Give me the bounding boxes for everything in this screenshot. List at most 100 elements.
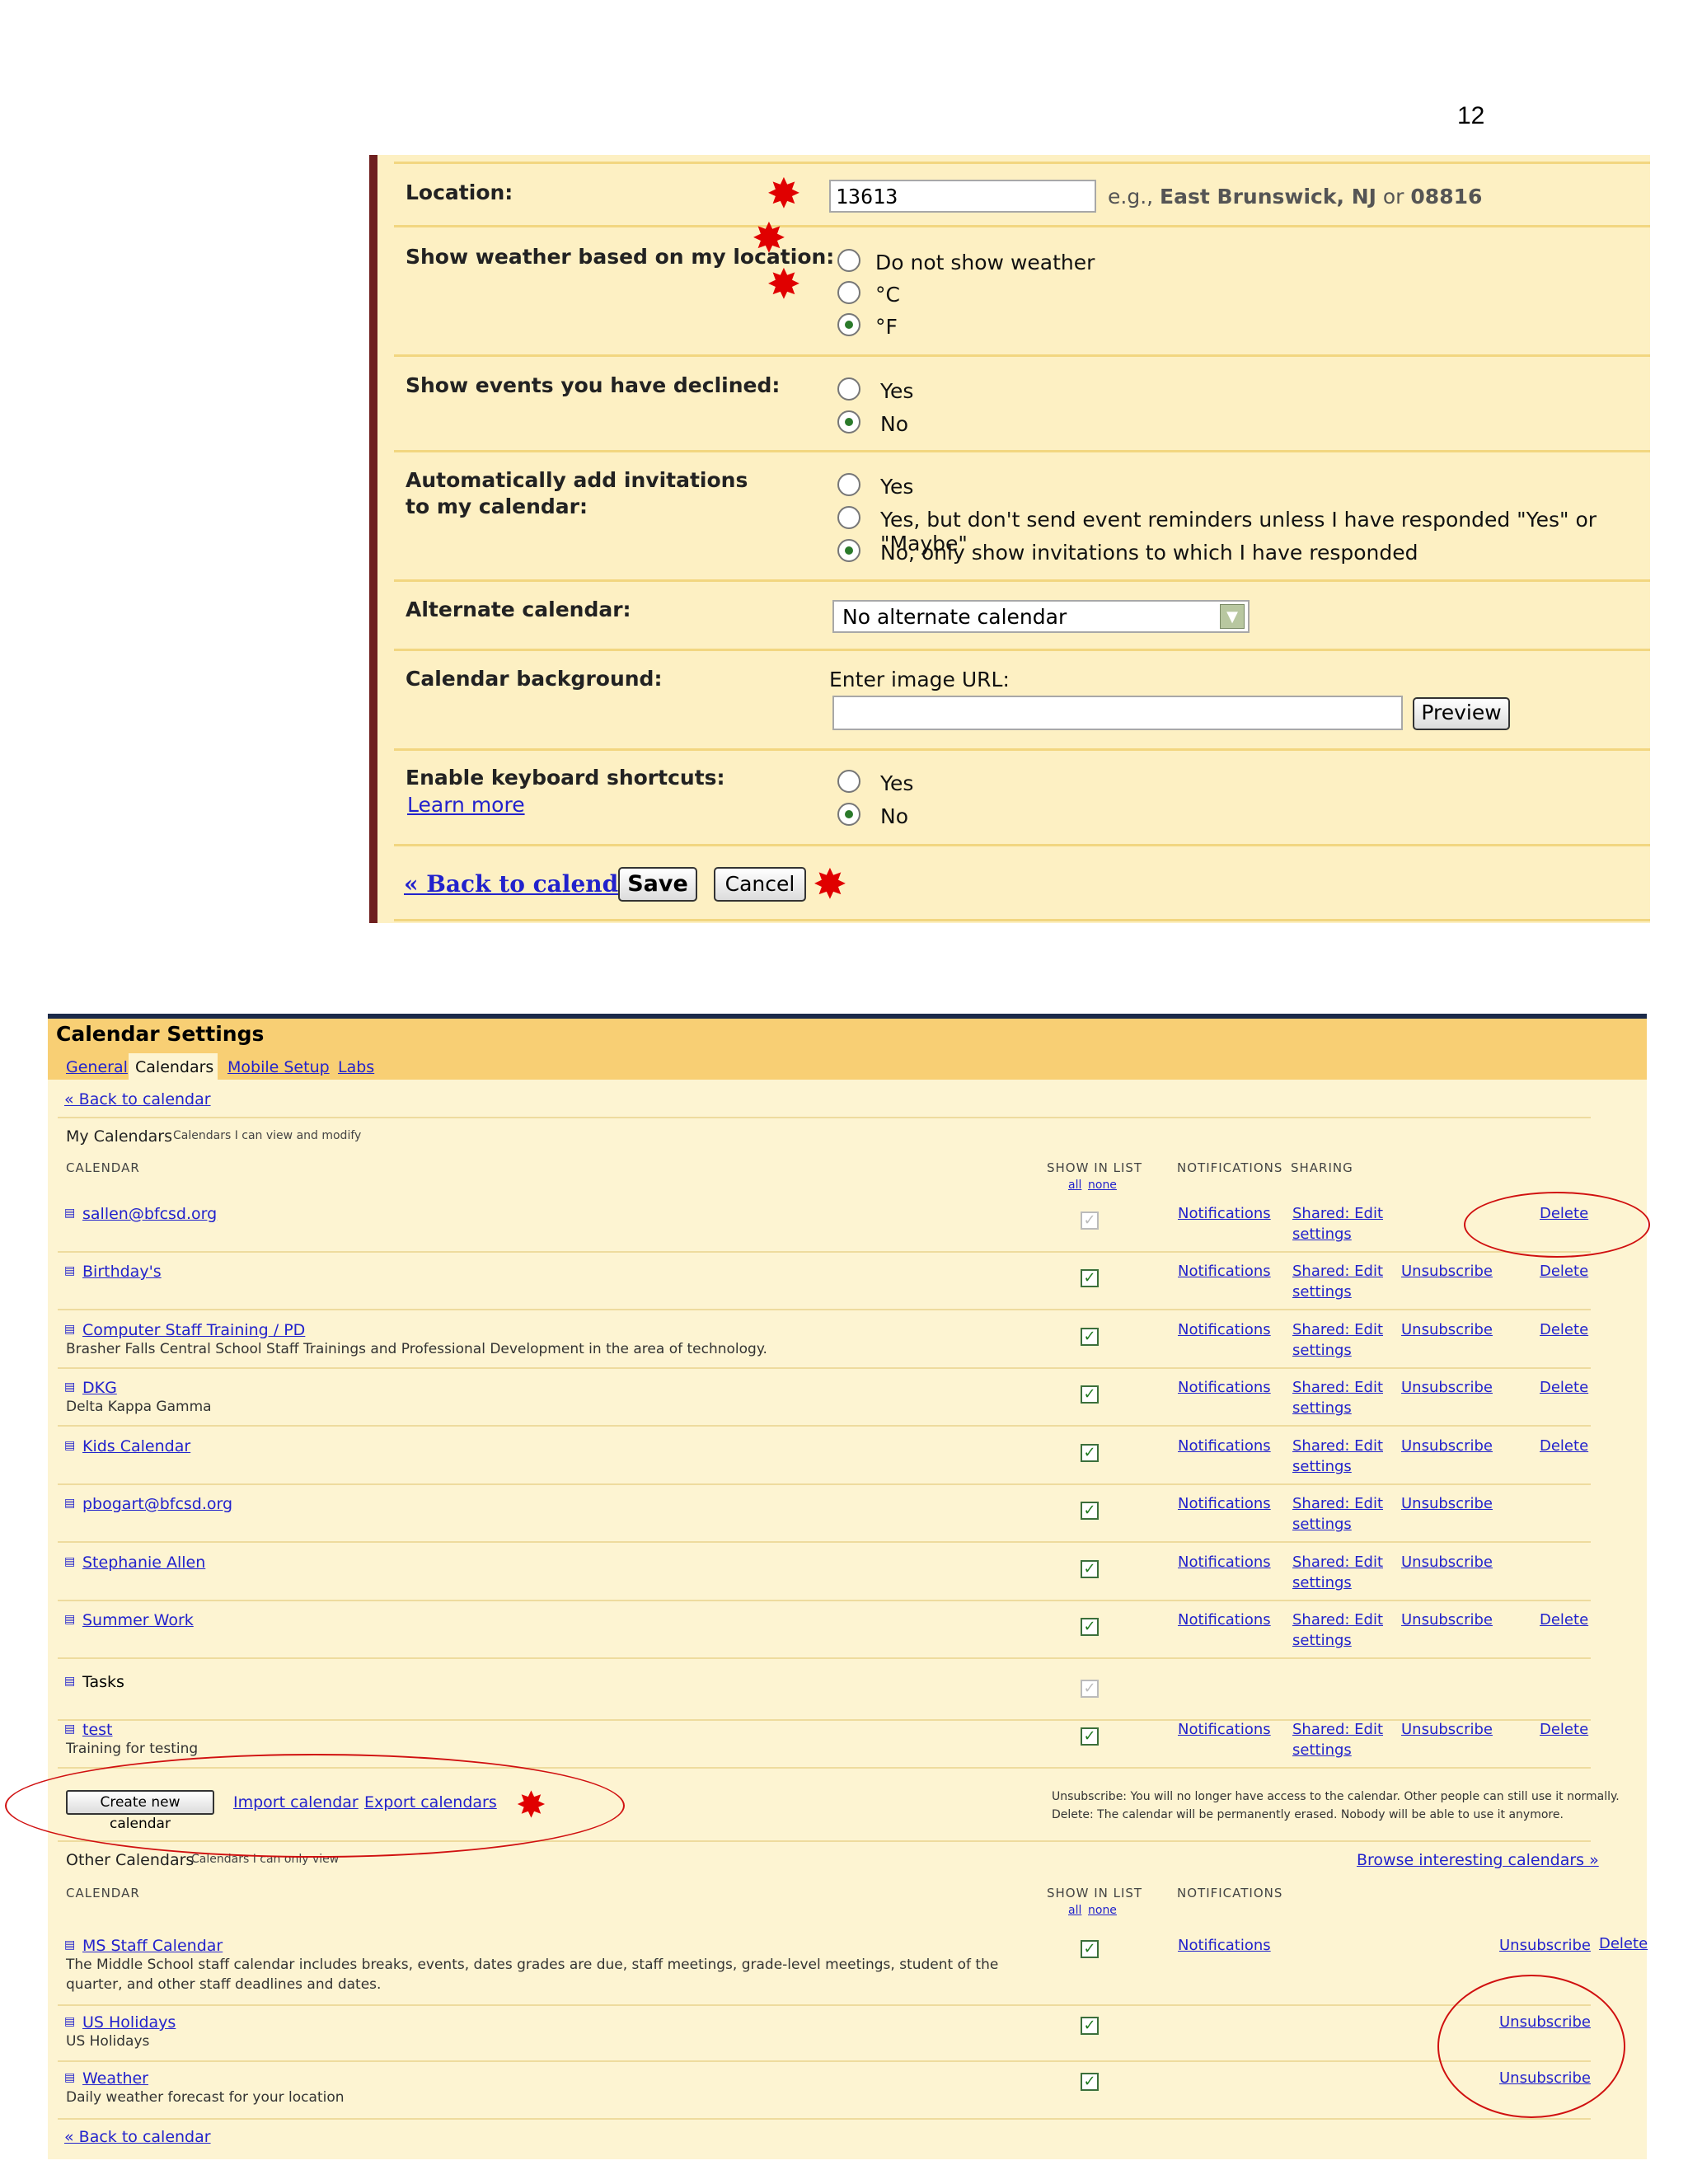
sharing-settings-link[interactable]: settings <box>1292 1226 1352 1243</box>
browse-calendars-link[interactable]: Browse interesting calendars » <box>1357 1851 1599 1869</box>
cancel-button[interactable]: Cancel <box>714 867 806 902</box>
sharing-edit-link[interactable]: Shared: Edit <box>1292 1611 1383 1629</box>
weather-radio-none[interactable] <box>837 249 860 272</box>
unsubscribe-link[interactable]: Unsubscribe <box>1499 1937 1591 1954</box>
notifications-link[interactable]: Notifications <box>1178 1321 1271 1338</box>
shortcuts-radio-no[interactable] <box>837 803 860 826</box>
row-divider <box>58 1367 1591 1369</box>
learn-more-link[interactable]: Learn more <box>407 793 525 817</box>
unsubscribe-link[interactable]: Unsubscribe <box>1401 1495 1493 1512</box>
calendar-name-link[interactable]: Weather <box>82 2069 148 2088</box>
unsubscribe-link[interactable]: Unsubscribe <box>1401 1437 1493 1455</box>
sharing-settings-link[interactable]: settings <box>1292 1741 1352 1759</box>
sharing-edit-link[interactable]: Shared: Edit <box>1292 1437 1383 1455</box>
chevron-down-icon[interactable]: ▼ <box>1220 604 1245 629</box>
sharing-edit-link[interactable]: Shared: Edit <box>1292 1205 1383 1222</box>
calendar-name-link[interactable]: Computer Staff Training / PD <box>82 1321 305 1339</box>
notifications-link[interactable]: Notifications <box>1178 1437 1271 1455</box>
show-in-list-checkbox[interactable]: ✓ <box>1081 1727 1099 1746</box>
show-in-list-checkbox[interactable]: ✓ <box>1081 1940 1099 1958</box>
show-in-list-checkbox[interactable]: ✓ <box>1081 1385 1099 1404</box>
calendar-name-link[interactable]: pbogart@bfcsd.org <box>82 1495 232 1513</box>
notifications-link[interactable]: Notifications <box>1178 1263 1271 1280</box>
notifications-link[interactable]: Notifications <box>1178 1721 1271 1738</box>
calendar-name-link[interactable]: MS Staff Calendar <box>82 1937 223 1955</box>
invitations-radio-yes-no-reminders[interactable] <box>837 506 860 529</box>
show-all-link[interactable]: all <box>1068 1179 1081 1192</box>
save-button[interactable]: Save <box>618 867 697 902</box>
show-in-list-checkbox[interactable]: ✓ <box>1081 1212 1099 1230</box>
delete-link[interactable]: Delete <box>1599 1935 1648 1952</box>
tab-labs[interactable]: Labs <box>338 1058 374 1076</box>
show-in-list-checkbox[interactable]: ✓ <box>1081 2073 1099 2091</box>
unsubscribe-link[interactable]: Unsubscribe <box>1401 1611 1493 1629</box>
preview-button[interactable]: Preview <box>1413 697 1510 730</box>
unsubscribe-link[interactable]: Unsubscribe <box>1401 1554 1493 1571</box>
back-to-calendar-link-top[interactable]: « Back to calendar <box>64 1090 211 1108</box>
back-to-calendar-link-bottom[interactable]: « Back to calendar <box>64 2128 211 2146</box>
sharing-edit-link[interactable]: Shared: Edit <box>1292 1321 1383 1338</box>
alternate-select[interactable]: No alternate calendar ▼ <box>832 600 1250 633</box>
delete-link[interactable]: Delete <box>1540 1611 1588 1629</box>
sharing-settings-link[interactable]: settings <box>1292 1399 1352 1417</box>
sharing-settings-link[interactable]: settings <box>1292 1516 1352 1533</box>
tab-general[interactable]: General <box>66 1058 128 1076</box>
show-in-list-checkbox[interactable]: ✓ <box>1081 1444 1099 1462</box>
unsubscribe-link[interactable]: Unsubscribe <box>1401 1721 1493 1738</box>
weather-radio-celsius[interactable] <box>837 281 860 304</box>
notifications-link[interactable]: Notifications <box>1178 1379 1271 1396</box>
notifications-link[interactable]: Notifications <box>1178 1554 1271 1571</box>
unsubscribe-link[interactable]: Unsubscribe <box>1401 1263 1493 1280</box>
show-all-link[interactable]: all <box>1068 1904 1081 1917</box>
tab-calendars[interactable]: Calendars <box>129 1053 218 1081</box>
weather-radio-fahrenheit[interactable] <box>837 313 860 336</box>
sharing-edit-link[interactable]: Shared: Edit <box>1292 1721 1383 1738</box>
notifications-link[interactable]: Notifications <box>1178 1611 1271 1629</box>
tab-mobile-setup[interactable]: Mobile Setup <box>227 1058 330 1076</box>
sharing-edit-link[interactable]: Shared: Edit <box>1292 1263 1383 1280</box>
calendar-name-link[interactable]: Stephanie Allen <box>82 1554 205 1572</box>
calendar-name-link[interactable]: sallen@bfcsd.org <box>82 1205 217 1223</box>
shortcuts-radio-yes[interactable] <box>837 770 860 793</box>
show-in-list-checkbox[interactable]: ✓ <box>1081 2017 1099 2035</box>
sharing-settings-link[interactable]: settings <box>1292 1283 1352 1301</box>
calendar-name-link[interactable]: Summer Work <box>82 1611 194 1629</box>
calendar-name-link[interactable]: Kids Calendar <box>82 1437 190 1455</box>
notifications-link[interactable]: Notifications <box>1178 1205 1271 1222</box>
sharing-settings-link[interactable]: settings <box>1292 1342 1352 1359</box>
show-in-list-checkbox[interactable]: ✓ <box>1081 1269 1099 1287</box>
delete-link[interactable]: Delete <box>1540 1721 1588 1738</box>
notifications-link[interactable]: Notifications <box>1178 1495 1271 1512</box>
back-to-calendar-link[interactable]: « Back to calendar <box>404 870 645 898</box>
show-in-list-checkbox[interactable]: ✓ <box>1081 1618 1099 1636</box>
delete-link[interactable]: Delete <box>1540 1437 1588 1455</box>
calendar-name-link[interactable]: US Holidays <box>82 2013 176 2032</box>
delete-link[interactable]: Delete <box>1540 1379 1588 1396</box>
calendar-name-link[interactable]: Birthday's <box>82 1263 162 1281</box>
show-in-list-checkbox[interactable]: ✓ <box>1081 1502 1099 1520</box>
invitations-radio-yes[interactable] <box>837 473 860 496</box>
background-url-input[interactable] <box>832 696 1403 730</box>
delete-link[interactable]: Delete <box>1540 1321 1588 1338</box>
show-none-link[interactable]: none <box>1088 1179 1117 1192</box>
show-in-list-checkbox[interactable]: ✓ <box>1081 1560 1099 1578</box>
calendar-name-link[interactable]: DKG <box>82 1379 117 1397</box>
unsubscribe-link[interactable]: Unsubscribe <box>1401 1321 1493 1338</box>
delete-link[interactable]: Delete <box>1540 1263 1588 1280</box>
sharing-settings-link[interactable]: settings <box>1292 1574 1352 1591</box>
declined-radio-yes[interactable] <box>837 377 860 401</box>
sharing-settings-link[interactable]: settings <box>1292 1632 1352 1649</box>
calendar-name-link[interactable]: test <box>82 1721 113 1739</box>
notifications-link[interactable]: Notifications <box>1178 1937 1271 1954</box>
unsubscribe-link[interactable]: Unsubscribe <box>1401 1379 1493 1396</box>
declined-radio-no[interactable] <box>837 410 860 434</box>
show-in-list-checkbox[interactable]: ✓ <box>1081 1680 1099 1698</box>
sharing-edit-link[interactable]: Shared: Edit <box>1292 1495 1383 1512</box>
location-input[interactable] <box>829 180 1096 213</box>
sharing-edit-link[interactable]: Shared: Edit <box>1292 1379 1383 1396</box>
show-in-list-checkbox[interactable]: ✓ <box>1081 1328 1099 1346</box>
sharing-settings-link[interactable]: settings <box>1292 1458 1352 1475</box>
sharing-edit-link[interactable]: Shared: Edit <box>1292 1554 1383 1571</box>
invitations-radio-no[interactable] <box>837 539 860 562</box>
show-none-link[interactable]: none <box>1088 1904 1117 1917</box>
